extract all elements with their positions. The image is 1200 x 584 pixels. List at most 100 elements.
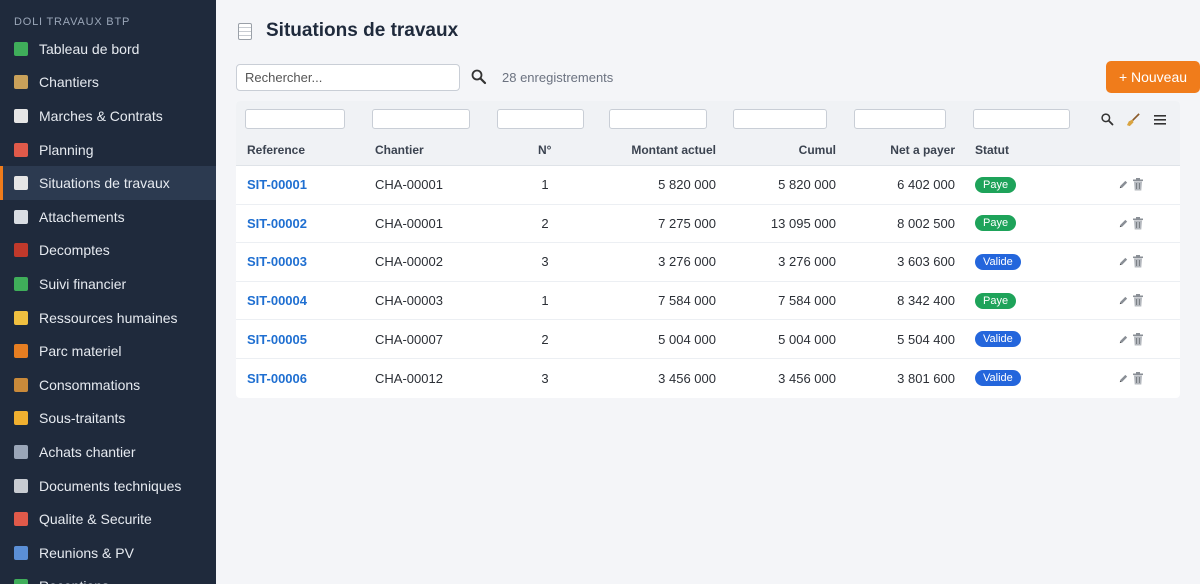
sidebar-item-chantiers[interactable]: Chantiers xyxy=(0,66,216,100)
edit-icon[interactable] xyxy=(1118,373,1129,384)
cell-chantier-text: CHA-00002 xyxy=(375,254,443,270)
sidebar-item-qualite-securite[interactable]: Qualite & Securite xyxy=(0,502,216,536)
new-button[interactable]: + Nouveau xyxy=(1106,61,1200,93)
sidebar: DOLI TRAVAUX BTP Tableau de bord Chantier… xyxy=(0,0,216,584)
cell-chantier: CHA-00012 xyxy=(375,359,443,398)
sidebar-item-label: Chantiers xyxy=(39,74,99,91)
row-actions xyxy=(1118,205,1144,243)
title-row: Situations de travaux xyxy=(238,20,458,42)
sidebar-item-documents-techniques[interactable]: Documents techniques xyxy=(0,469,216,503)
search-icon[interactable] xyxy=(470,68,488,86)
edit-icon[interactable] xyxy=(1118,218,1129,229)
reference-link[interactable]: SIT-00002 xyxy=(247,216,307,231)
filter-cumul[interactable] xyxy=(733,109,827,129)
filter-net[interactable] xyxy=(854,109,946,129)
edit-icon[interactable] xyxy=(1118,179,1129,190)
sidebar-item-ressources-humaines[interactable]: Ressources humaines xyxy=(0,301,216,335)
trash-icon[interactable] xyxy=(1132,255,1144,268)
trash-icon[interactable] xyxy=(1132,178,1144,191)
filter-numero[interactable] xyxy=(497,109,584,129)
sidebar-nav: Tableau de bord Chantiers Marches & Contra… xyxy=(0,32,216,584)
sidebar-item-label: Reunions & PV xyxy=(39,544,134,561)
sidebar-item-label: Achats chantier xyxy=(39,443,136,460)
trash-icon[interactable] xyxy=(1132,332,1144,346)
cell-chantier: CHA-00003 xyxy=(375,282,443,320)
column-header-montant[interactable]: Montant actuel xyxy=(596,135,716,165)
filter-montant[interactable] xyxy=(609,109,707,129)
filter-chantier[interactable] xyxy=(372,109,470,129)
cell-reference: SIT-00004 xyxy=(247,282,307,320)
cell-montant-text: 5 820 000 xyxy=(658,177,716,193)
sidebar-item-label: Parc materiel xyxy=(39,343,122,360)
cell-statut: Valide xyxy=(975,320,1021,358)
sidebar-item-reunions-pv[interactable]: Reunions & PV xyxy=(0,536,216,570)
trash-icon[interactable] xyxy=(1132,371,1144,385)
edit-icon[interactable] xyxy=(1118,334,1129,345)
sidebar-item-suivi-financier[interactable]: Suivi financier xyxy=(0,267,216,301)
edit-icon[interactable] xyxy=(1118,295,1129,306)
filter-search-icon[interactable] xyxy=(1100,112,1115,127)
receipt-icon xyxy=(238,22,252,40)
reference-link[interactable]: SIT-00005 xyxy=(247,332,307,347)
cell-cumul: 3 456 000 xyxy=(716,359,836,398)
cell-cumul: 7 584 000 xyxy=(716,282,836,320)
column-header-numero[interactable]: N° xyxy=(538,135,551,165)
cell-cumul: 5 820 000 xyxy=(716,166,836,204)
sidebar-item-planning[interactable]: Planning xyxy=(0,133,216,167)
status-badge: Paye xyxy=(975,215,1017,232)
cell-montant: 5 820 000 xyxy=(596,166,716,204)
column-header-cumul[interactable]: Cumul xyxy=(716,135,836,165)
filter-reference[interactable] xyxy=(245,109,345,129)
broom-icon[interactable] xyxy=(1126,112,1141,127)
menu-icon[interactable] xyxy=(1154,114,1166,125)
cell-chantier: CHA-00007 xyxy=(375,320,443,358)
sidebar-item-tableau-de-bord[interactable]: Tableau de bord xyxy=(0,32,216,66)
search-input[interactable] xyxy=(236,64,460,91)
status-badge: Paye xyxy=(975,292,1017,309)
cell-cumul: 3 276 000 xyxy=(716,243,836,281)
trash-icon[interactable] xyxy=(1132,294,1144,307)
folder-icon xyxy=(14,478,28,493)
reference-link[interactable]: SIT-00003 xyxy=(247,254,307,269)
sidebar-item-receptions[interactable]: Receptions xyxy=(0,570,216,584)
status-badge: Valide xyxy=(975,253,1021,270)
sidebar-item-label: Ressources humaines xyxy=(39,309,178,326)
sidebar-item-marches-contrats[interactable]: Marches & Contrats xyxy=(0,99,216,133)
cell-montant: 7 584 000 xyxy=(596,282,716,320)
sidebar-item-sous-traitants[interactable]: Sous-traitants xyxy=(0,402,216,436)
cell-montant-text: 5 004 000 xyxy=(658,331,716,347)
cell-reference: SIT-00002 xyxy=(247,205,307,243)
sidebar-item-attachements[interactable]: Attachements xyxy=(0,200,216,234)
cell-numero: 2 xyxy=(506,320,584,358)
cell-cumul: 13 095 000 xyxy=(716,205,836,243)
reference-link[interactable]: SIT-00001 xyxy=(247,177,307,192)
handshake-icon xyxy=(14,411,28,426)
sidebar-item-decomptes[interactable]: Decomptes xyxy=(0,234,216,268)
edit-icon[interactable] xyxy=(1118,256,1129,267)
trash-icon[interactable] xyxy=(1132,216,1144,230)
ruler-icon xyxy=(14,209,28,224)
sidebar-item-achats-chantier[interactable]: Achats chantier xyxy=(0,435,216,469)
cell-net-text: 8 342 400 xyxy=(897,293,955,309)
record-count: 28 enregistrements xyxy=(502,70,614,85)
reference-link[interactable]: SIT-00006 xyxy=(247,371,307,386)
column-header-reference[interactable]: Reference xyxy=(247,135,305,165)
cell-cumul-text: 5 820 000 xyxy=(778,177,836,193)
sidebar-item-parc-materiel[interactable]: Parc materiel xyxy=(0,334,216,368)
sidebar-item-label: Receptions xyxy=(39,578,109,584)
page-title: Situations de travaux xyxy=(266,20,459,41)
cell-montant-text: 7 275 000 xyxy=(658,215,716,231)
brand-label: DOLI TRAVAUX BTP xyxy=(14,16,131,28)
cell-net-text: 5 504 400 xyxy=(897,331,955,347)
cell-reference: SIT-00005 xyxy=(247,320,307,358)
cell-montant-text: 3 456 000 xyxy=(658,370,716,386)
sidebar-item-consommations[interactable]: Consommations xyxy=(0,368,216,402)
reference-link[interactable]: SIT-00004 xyxy=(247,293,307,308)
column-header-chantier[interactable]: Chantier xyxy=(375,135,424,165)
cell-numero: 1 xyxy=(506,166,584,204)
column-header-statut[interactable]: Statut xyxy=(975,135,1009,165)
sidebar-item-situations-de-travaux[interactable]: Situations de travaux xyxy=(0,166,216,200)
table-row: SIT-00005 CHA-00007 2 5 004 000 5 004 000 5 5… xyxy=(236,320,1180,359)
filter-statut[interactable] xyxy=(973,109,1070,129)
column-header-net[interactable]: Net a payer xyxy=(836,135,955,165)
